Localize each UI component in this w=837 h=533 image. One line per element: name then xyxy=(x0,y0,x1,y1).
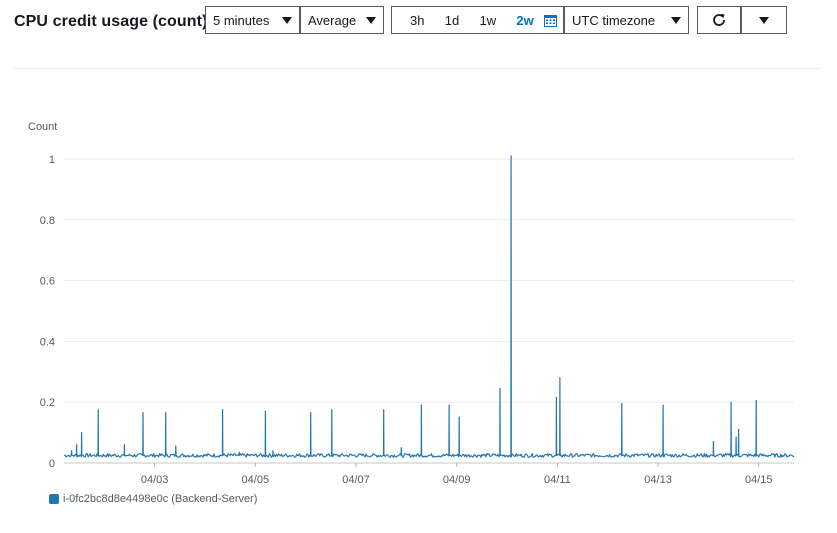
x-tick-label: 04/15 xyxy=(745,474,773,486)
y-tick-label: 0.4 xyxy=(40,336,55,348)
chart-legend[interactable]: i-0fc2bc8d8e4498e0c (Backend-Server) xyxy=(49,493,257,505)
data-point xyxy=(662,404,664,406)
data-point xyxy=(97,409,99,411)
x-tick-label: 04/11 xyxy=(544,474,571,486)
data-point xyxy=(165,412,167,414)
data-point xyxy=(272,450,274,452)
x-tick-label: 04/09 xyxy=(443,474,471,486)
x-tick-label: 04/07 xyxy=(342,474,370,486)
data-point xyxy=(221,409,224,411)
data-point xyxy=(448,404,450,406)
data-point xyxy=(175,445,177,447)
line-chart: Count 0 0.2 0.4 0.6 0.8 1 04/03 04/05 04/07 04/09 0… xyxy=(28,121,795,486)
y-tick-label: 0.6 xyxy=(40,276,55,288)
data-point xyxy=(310,412,312,414)
y-tick-label: 0.8 xyxy=(40,215,55,227)
series-line xyxy=(63,155,795,458)
data-point xyxy=(75,444,78,446)
data-point xyxy=(458,416,460,418)
data-point xyxy=(755,400,757,402)
x-tick-label: 04/05 xyxy=(242,474,270,486)
data-point xyxy=(123,444,126,446)
data-point xyxy=(70,450,73,452)
data-point xyxy=(559,377,561,379)
data-point xyxy=(738,428,740,431)
legend-label: i-0fc2bc8d8e4498e0c (Backend-Server) xyxy=(63,493,258,505)
data-point xyxy=(735,436,737,438)
x-tick-label: 04/13 xyxy=(644,474,672,486)
data-point xyxy=(81,432,83,434)
data-point xyxy=(264,410,266,412)
data-point xyxy=(555,397,557,399)
data-point xyxy=(142,412,144,414)
y-axis-label: Count xyxy=(28,121,57,133)
data-point xyxy=(510,155,512,157)
y-tick-label: 0.2 xyxy=(40,397,55,409)
data-point xyxy=(331,409,333,411)
data-point xyxy=(499,387,501,390)
data-point xyxy=(712,441,715,443)
y-tick-label: 1 xyxy=(49,154,55,166)
x-tick-label: 04/03 xyxy=(141,474,169,486)
data-point xyxy=(621,403,623,405)
data-point xyxy=(420,404,423,406)
y-tick-label: 0 xyxy=(49,458,55,470)
data-point xyxy=(730,401,732,403)
data-point xyxy=(383,409,385,411)
data-point xyxy=(400,447,402,449)
data-point xyxy=(238,451,240,453)
legend-swatch xyxy=(49,494,59,504)
